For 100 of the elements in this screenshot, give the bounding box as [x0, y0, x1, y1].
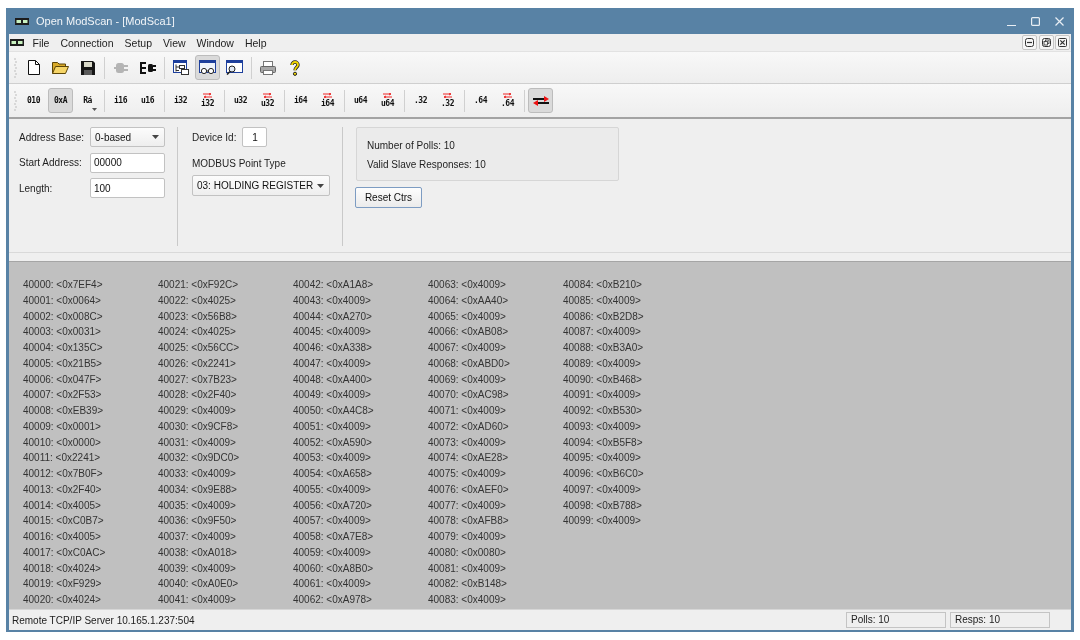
register-value: 40035: <0x4009> [158, 498, 236, 513]
format-button[interactable]: u32 [255, 88, 280, 113]
register-value: 40055: <0x4009> [293, 482, 371, 497]
register-value: 40088: <0xB3A0> [563, 341, 644, 355]
document-icon [27, 60, 40, 75]
register-value: 40093: <0x4009> [563, 419, 641, 434]
register-value: 40000: <0x7EF4> [23, 278, 103, 292]
swap-button[interactable] [528, 88, 553, 113]
caret-icon [92, 108, 97, 111]
close-icon [1054, 16, 1064, 26]
register-value: 40026: <0x2241> [158, 356, 236, 371]
register-value: 40084: <0xB210> [563, 278, 642, 292]
format-button[interactable]: i64 [288, 88, 313, 113]
input-field[interactable]: 100 [90, 178, 165, 198]
register-value: 40010: <0x0000> [23, 435, 101, 450]
register-value: 40040: <0xA0E0> [158, 577, 239, 592]
register-value: 40005: <0x21B5> [23, 356, 102, 371]
register-value: 40034: <0x9E88> [158, 482, 237, 497]
input-field[interactable]: 1 [242, 127, 268, 147]
help-icon [289, 59, 300, 76]
toolbar-button[interactable] [195, 55, 220, 80]
register-value: 40091: <0x4009> [563, 388, 641, 403]
format-button[interactable]: .64 [495, 88, 520, 113]
reset-button[interactable]: Reset Ctrs [355, 187, 422, 208]
window-icon [172, 60, 189, 75]
format-button[interactable]: u16 [135, 88, 160, 113]
menu-item[interactable]: Setup [119, 34, 158, 51]
register-value: 40071: <0x4009> [428, 404, 506, 418]
format-button[interactable]: i32 [195, 88, 220, 113]
menu-item[interactable]: File [27, 34, 55, 51]
register-value: 40023: <0x56B8> [158, 309, 237, 324]
register-value: 40075: <0x4009> [428, 467, 506, 481]
menu-item[interactable]: View [157, 34, 192, 51]
input-field[interactable]: 00000 [90, 152, 165, 173]
register-value: 40043: <0x4009> [293, 293, 371, 308]
register-value: 40015: <0xC0B7> [23, 514, 104, 529]
register-value: 40033: <0x4009> [158, 467, 236, 481]
register-value: 40082: <0xB148> [428, 577, 507, 592]
swap-arrows-icon [383, 93, 392, 98]
register-value: 40085: <0x4009> [563, 293, 641, 308]
dropdown-field[interactable]: 03: HOLDING REGISTER [192, 175, 330, 196]
register-value: 40007: <0x2F53> [23, 388, 102, 403]
register-value: 40080: <0x0080> [428, 545, 506, 560]
swap-arrows-icon [203, 93, 212, 98]
mdi-close-button[interactable] [1055, 35, 1070, 50]
register-value: 40046: <0xA338> [293, 341, 372, 355]
field-label: Address Base: [19, 131, 86, 143]
register-value: 40038: <0xA018> [158, 545, 237, 560]
register-value: 40054: <0xA658> [293, 467, 372, 481]
register-value: 40049: <0x4009> [293, 388, 371, 403]
register-value: 40053: <0x4009> [293, 451, 371, 466]
register-value: 40078: <0xAFB8> [428, 514, 509, 529]
restore-icon [1041, 38, 1051, 47]
format-button[interactable]: .32 [408, 88, 433, 113]
format-button[interactable]: 010 [21, 88, 46, 113]
app-icon [15, 17, 29, 25]
register-value: 40072: <0xAD60> [428, 419, 509, 434]
register-value: 40073: <0x4009> [428, 435, 506, 450]
register-value: 40024: <0x4025> [158, 325, 236, 340]
plug-icon [113, 61, 128, 74]
register-value: 40090: <0xB468> [563, 372, 642, 387]
format-button[interactable]: .64 [468, 88, 493, 113]
format-button[interactable]: i16 [108, 88, 133, 113]
menu-item[interactable]: Connection [54, 34, 120, 51]
field-label: Device Id: [192, 131, 237, 143]
register-value: 40065: <0x4009> [428, 309, 506, 324]
minimize-icon [1006, 24, 1016, 26]
format-button[interactable]: u64 [348, 88, 373, 113]
mdi-restore-button[interactable] [1038, 35, 1054, 50]
register-value: 40063: <0x4009> [428, 278, 506, 292]
dropdown-field[interactable]: 0-based [90, 127, 165, 147]
format-button[interactable]: .32 [435, 88, 460, 113]
register-value: 40087: <0x4009> [563, 325, 641, 340]
app-icon [10, 39, 24, 46]
menu-item[interactable]: Window [191, 34, 240, 51]
swap-arrows-icon [443, 93, 452, 98]
register-value: 40048: <0xA400> [293, 372, 372, 387]
register-value: 40036: <0x9F50> [158, 514, 237, 529]
register-value: 40001: <0x0064> [23, 293, 101, 308]
format-button[interactable]: i32 [168, 88, 193, 113]
window-magnifier-icon [226, 60, 243, 75]
mdi-minimize-button[interactable] [1022, 35, 1037, 50]
format-button[interactable]: u32 [228, 88, 253, 113]
format-menu-button[interactable]: Rá [75, 88, 100, 113]
register-value: 40095: <0x4009> [563, 451, 641, 466]
register-value: 40064: <0xAA40> [428, 293, 509, 308]
format-button[interactable]: 0xA [48, 88, 73, 113]
close-icon [1058, 38, 1067, 47]
window-glasses-icon [199, 60, 216, 75]
menu-item[interactable]: Help [239, 34, 273, 51]
counter-text: Number of Polls: 10 [367, 139, 455, 153]
register-value: 40057: <0x4009> [293, 514, 371, 529]
swap-arrows-icon [503, 93, 512, 98]
format-button[interactable]: i64 [315, 88, 340, 113]
register-value: 40041: <0x4009> [158, 593, 236, 607]
register-value: 40044: <0xA270> [293, 309, 372, 324]
register-value: 40050: <0xA4C8> [293, 404, 374, 418]
format-button[interactable]: u64 [375, 88, 400, 113]
swap-arrows-icon [263, 93, 272, 98]
register-value: 40059: <0x4009> [293, 545, 371, 560]
